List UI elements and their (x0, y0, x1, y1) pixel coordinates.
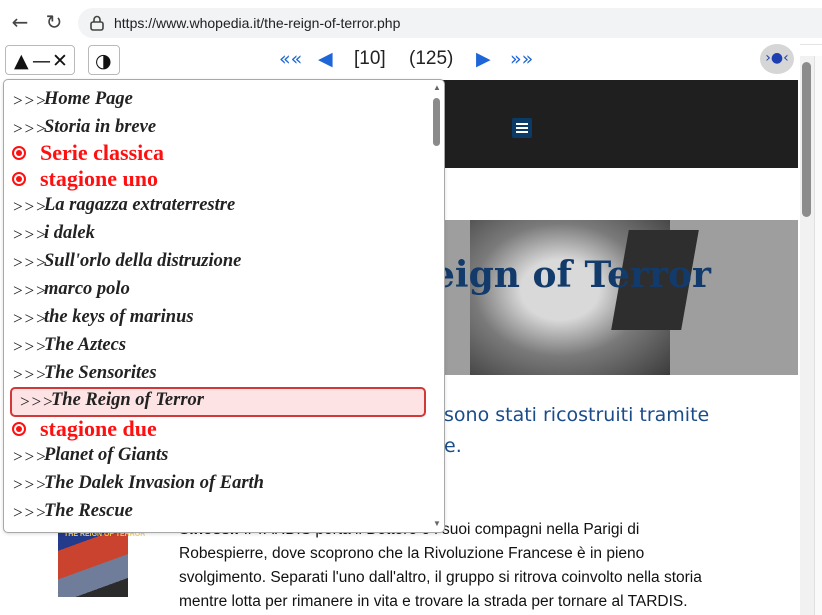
menu-section-header: stagione uno (4, 166, 428, 192)
menu-item-label: The Aztecs (44, 335, 127, 355)
menu-scrollbar-thumb[interactable] (433, 98, 440, 146)
menu-item-label: marco polo (44, 279, 130, 299)
address-bar[interactable]: https://www.whopedia.it/the-reign-of-ter… (78, 8, 822, 38)
menu-item-label: The Sensorites (44, 363, 157, 383)
contrast-button[interactable]: ◑ (88, 45, 120, 75)
triangle-up-icon: ▲ (14, 50, 29, 72)
menu-item[interactable]: >>> Sull'orlo della distruzione (4, 250, 428, 274)
triple-chevron-icon: >>> (19, 392, 54, 411)
navigation-dropdown: ▲ ▼ >>> Home Page >>> Storia in breve Serie … (3, 79, 445, 533)
menu-item-label: i dalek (44, 223, 95, 243)
side-panel-edge (814, 56, 822, 615)
site-info-icon[interactable] (88, 14, 106, 32)
menu-section-header: stagione due (4, 416, 428, 442)
menu-item-label: The Rescue (44, 501, 133, 521)
menu-item-label: the keys of marinus (44, 307, 194, 327)
menu-item[interactable]: >>> marco polo (4, 278, 428, 302)
lead-paragraph: sono stati ricostruiti tramite e. (444, 400, 724, 462)
triple-chevron-icon: >>> (12, 503, 47, 522)
menu-item[interactable]: >>> Storia in breve (4, 116, 428, 140)
lead-line: e. (444, 435, 462, 457)
triple-chevron-icon: >>> (12, 281, 47, 300)
menu-item[interactable]: >>> Planet of Giants (4, 444, 428, 468)
next-page-button[interactable]: ▶ (476, 47, 491, 71)
menu-item-label: The Reign of Terror (51, 390, 204, 410)
menu-item-label: Storia in breve (44, 117, 157, 137)
radio-bullet-icon (12, 146, 26, 160)
contrast-icon: ◑ (95, 50, 112, 72)
menu-section-header: Serie classica (4, 140, 428, 166)
synopsis-line: Robespierre, dove scoprono che la Rivolu… (179, 545, 645, 562)
dash-icon: — (32, 50, 51, 72)
radio-bullet-icon (12, 172, 26, 186)
menu-item[interactable]: >>> The Reign of Terror (10, 387, 426, 417)
menu-item[interactable]: >>> The Sensorites (4, 362, 428, 386)
triple-chevron-icon: >>> (12, 309, 47, 328)
triple-chevron-icon: >>> (12, 337, 47, 356)
menu-item-label: The Dalek Invasion of Earth (44, 473, 264, 493)
synopsis-line: mentre lotta per rimanere in vita e trov… (179, 593, 688, 610)
menu-item[interactable]: >>> The Aztecs (4, 334, 428, 358)
menu-item[interactable]: >>> The Dalek Invasion of Earth (4, 472, 428, 496)
total-pages-indicator: (125) (409, 48, 454, 69)
triple-chevron-icon: >>> (12, 197, 47, 216)
triple-chevron-icon: >>> (12, 475, 47, 494)
back-arrow-icon[interactable]: ← (8, 10, 32, 34)
reader-toolbar: ▲ — ✕ ◑ «« ◀ [10] (125) ▶ »» ›●‹ (0, 44, 800, 78)
page-title: eign of Terror (432, 254, 711, 296)
menu-item[interactable]: >>> La ragazza extraterrestre (4, 194, 428, 218)
browser-toolbar: ← ↻ https://www.whopedia.it/the-reign-of… (0, 0, 822, 45)
menu-toggle-button[interactable]: ▲ — ✕ (5, 45, 75, 75)
hamburger-menu-icon[interactable] (512, 118, 532, 138)
lead-line: sono stati ricostruiti tramite (444, 404, 710, 426)
menu-item-label: Planet of Giants (44, 445, 169, 465)
menu-item-label: stagione uno (40, 166, 158, 191)
menu-item-label: stagione due (40, 416, 157, 441)
hero-image (430, 220, 798, 375)
menu-item[interactable]: >>> The Rescue (4, 500, 428, 524)
eye-icon: ›●‹ (765, 50, 789, 66)
menu-item-label: Sull'orlo della distruzione (44, 251, 242, 271)
menu-item-label: Home Page (44, 89, 133, 109)
menu-item-label: Serie classica (40, 140, 165, 165)
scroll-up-icon[interactable]: ▲ (433, 84, 441, 92)
triple-chevron-icon: >>> (12, 447, 47, 466)
menu-item[interactable]: >>> i dalek (4, 222, 428, 246)
menu-item[interactable]: >>> the keys of marinus (4, 306, 428, 330)
menu-scrollbar[interactable]: ▲ ▼ (432, 80, 442, 532)
triple-chevron-icon: >>> (12, 91, 47, 110)
reload-icon[interactable]: ↻ (42, 10, 66, 34)
triple-chevron-icon: >>> (12, 253, 47, 272)
previous-page-button[interactable]: ◀ (318, 47, 333, 71)
menu-item-label: La ragazza extraterrestre (44, 195, 236, 215)
first-page-button[interactable]: «« (279, 47, 302, 71)
url-text[interactable]: https://www.whopedia.it/the-reign-of-ter… (114, 14, 400, 32)
current-page-indicator: [10] (354, 48, 386, 69)
page-scrollbar-thumb[interactable] (802, 62, 811, 217)
radio-bullet-icon (12, 422, 26, 436)
last-page-button[interactable]: »» (510, 47, 533, 71)
triple-chevron-icon: >>> (12, 365, 47, 384)
site-header (430, 80, 798, 168)
menu-item[interactable]: >>> Home Page (4, 88, 428, 112)
close-icon: ✕ (52, 50, 68, 72)
triple-chevron-icon: >>> (12, 225, 47, 244)
synopsis-line: svolgimento. Separati l'uno dall'altro, … (179, 569, 702, 586)
triple-chevron-icon: >>> (12, 119, 47, 138)
scroll-down-icon[interactable]: ▼ (433, 520, 441, 528)
eye-button[interactable]: ›●‹ (760, 44, 794, 74)
